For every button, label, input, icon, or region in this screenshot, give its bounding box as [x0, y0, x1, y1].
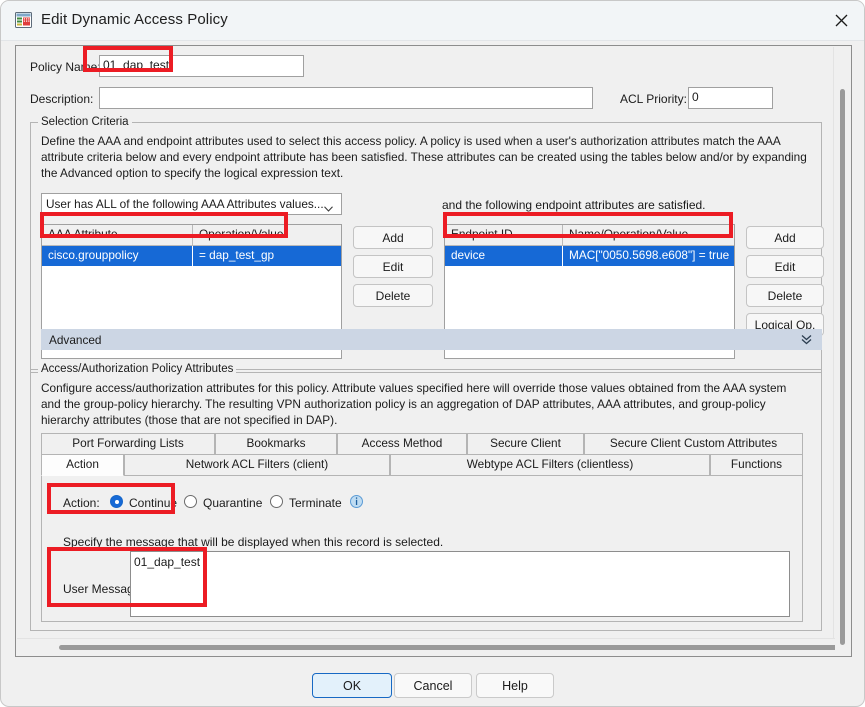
endpoint-add-button[interactable]: Add	[746, 226, 824, 249]
tab-functions[interactable]: Functions	[710, 454, 803, 476]
policy-name-label: Policy Name:	[30, 60, 101, 74]
advanced-label: Advanced	[49, 333, 102, 347]
vertical-scrollbar[interactable]	[833, 47, 850, 645]
horizontal-scrollbar[interactable]	[17, 638, 835, 655]
user-message-textarea[interactable]: 01_dap_test	[130, 551, 790, 617]
tab-secure-client-custom-attributes[interactable]: Secure Client Custom Attributes	[584, 433, 803, 454]
vertical-scrollbar-thumb[interactable]	[840, 89, 845, 645]
title-bar: Edit Dynamic Access Policy	[1, 1, 864, 41]
endpoint-table-header: Endpoint ID Name/Operation/Value	[445, 225, 734, 246]
radio-quarantine-label: Quarantine	[203, 496, 263, 510]
chevron-down-icon	[324, 201, 333, 212]
ok-button[interactable]: OK	[312, 673, 392, 698]
aaa-edit-button[interactable]: Edit	[353, 255, 433, 278]
radio-continue[interactable]	[110, 495, 123, 508]
tab-network-acl-filters[interactable]: Network ACL Filters (client)	[124, 454, 390, 476]
tab-bookmarks[interactable]: Bookmarks	[215, 433, 337, 454]
aaa-attributes-select[interactable]: User has ALL of the following AAA Attrib…	[41, 193, 342, 215]
dialog-content: Policy Name: 01_dap_test Description: AC…	[16, 46, 836, 640]
radio-continue-label: Continue	[129, 496, 178, 510]
aaa-add-button[interactable]: Add	[353, 226, 433, 249]
access-authorization-title: Access/Authorization Policy Attributes	[38, 363, 237, 375]
description-input[interactable]	[99, 87, 593, 109]
endpoint-delete-button[interactable]: Delete	[746, 284, 824, 307]
description-label: Description:	[30, 92, 94, 106]
aaa-col-operation-value: Operation/Value	[192, 225, 341, 245]
edit-dynamic-access-policy-dialog: Edit Dynamic Access Policy Policy Name: …	[0, 0, 865, 707]
endpoint-attributes-note: and the following endpoint attributes ar…	[442, 198, 706, 212]
action-label: Action:	[63, 496, 100, 510]
close-icon[interactable]	[818, 1, 864, 39]
selection-criteria-paragraph: Define the AAA and endpoint attributes u…	[41, 134, 807, 180]
table-row[interactable]: cisco.grouppolicy = dap_test_gp	[42, 246, 341, 266]
user-message-hint: Specify the message that will be display…	[63, 535, 444, 549]
acl-priority-label: ACL Priority:	[620, 92, 687, 106]
aaa-col-attribute: AAA Attribute	[48, 227, 118, 241]
selection-criteria-title: Selection Criteria	[38, 116, 132, 128]
chevron-double-down-icon	[801, 334, 812, 348]
horizontal-scrollbar-thumb[interactable]	[59, 645, 835, 650]
radio-terminate[interactable]	[270, 495, 283, 508]
radio-quarantine[interactable]	[184, 495, 197, 508]
policy-name-input[interactable]: 01_dap_test	[99, 55, 304, 77]
endpoint-col-id: Endpoint ID	[451, 227, 513, 241]
endpoint-cell-name-operation-value: MAC["0050.5698.e608"] = true	[562, 246, 734, 266]
tab-access-method[interactable]: Access Method	[337, 433, 467, 454]
tab-action[interactable]: Action	[41, 454, 124, 476]
cancel-button[interactable]: Cancel	[394, 673, 472, 698]
acl-priority-input[interactable]: 0	[688, 87, 773, 109]
endpoint-cell-id: device	[451, 248, 486, 262]
help-button[interactable]: Help	[476, 673, 554, 698]
aaa-cell-attribute: cisco.grouppolicy	[48, 248, 139, 262]
endpoint-edit-button[interactable]: Edit	[746, 255, 824, 278]
advanced-expander[interactable]: Advanced	[41, 329, 822, 350]
tab-port-forwarding-lists[interactable]: Port Forwarding Lists	[41, 433, 215, 454]
aaa-table-header: AAA Attribute Operation/Value	[42, 225, 341, 246]
dialog-scroll-pane: Policy Name: 01_dap_test Description: AC…	[15, 45, 852, 657]
tab-secure-client[interactable]: Secure Client	[467, 433, 584, 454]
window-title: Edit Dynamic Access Policy	[41, 11, 228, 28]
aaa-delete-button[interactable]: Delete	[353, 284, 433, 307]
aaa-cell-operation-value: = dap_test_gp	[192, 246, 341, 266]
access-authorization-paragraph: Configure access/authorization attribute…	[41, 381, 787, 427]
tab-webtype-acl-filters[interactable]: Webtype ACL Filters (clientless)	[390, 454, 710, 476]
table-row[interactable]: device MAC["0050.5698.e608"] = true	[445, 246, 734, 266]
endpoint-col-name-operation-value: Name/Operation/Value	[562, 225, 734, 245]
application-window-icon	[15, 12, 32, 28]
radio-terminate-label: Terminate	[289, 496, 342, 510]
info-icon[interactable]	[350, 495, 363, 508]
aaa-attributes-select-value: User has ALL of the following AAA Attrib…	[46, 197, 324, 211]
